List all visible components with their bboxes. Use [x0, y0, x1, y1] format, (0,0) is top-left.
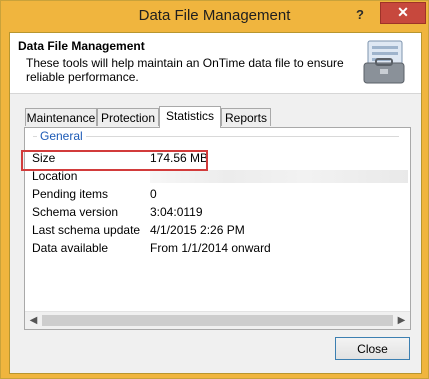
stat-label: Last schema update [32, 223, 141, 237]
header-description: These tools will help maintain an OnTime… [26, 56, 344, 84]
tab-statistics[interactable]: Statistics [159, 106, 221, 128]
header-title: Data File Management [18, 39, 145, 53]
tab-maintenance[interactable]: Maintenance [25, 108, 97, 126]
stat-value: 4/1/2015 2:26 PM [150, 223, 245, 237]
stat-value: From 1/1/2014 onward [150, 241, 271, 255]
stat-label: Location [32, 169, 78, 183]
help-button[interactable]: ? [350, 6, 370, 24]
tab-reports[interactable]: Reports [221, 108, 271, 126]
dialog-header: Data File Management These tools will he… [10, 33, 421, 94]
scroll-left-arrow-icon[interactable]: ◀ [25, 312, 42, 329]
scroll-right-arrow-icon[interactable]: ▶ [393, 312, 410, 329]
horizontal-scrollbar[interactable]: ◀ ▶ [25, 311, 410, 329]
stat-label: Pending items [32, 187, 109, 201]
title-bar[interactable]: Data File Management ? ✕ [1, 1, 428, 31]
stat-label: Size [32, 151, 56, 165]
tab-protection[interactable]: Protection [97, 108, 159, 126]
dialog-window: Data File Management ? ✕ Data File Manag… [0, 0, 429, 379]
dialog-body: Data File Management These tools will he… [9, 32, 422, 374]
location-value-redacted [150, 170, 408, 183]
window-close-button[interactable]: ✕ [380, 2, 426, 24]
stat-row-location: Location [32, 169, 412, 185]
stat-label: Data available [32, 241, 109, 255]
stat-value: 0 [150, 187, 157, 201]
stat-value: 3:04:0119 [150, 205, 203, 219]
stat-label: Schema version [32, 205, 119, 219]
scrollbar-thumb[interactable] [42, 315, 393, 326]
stat-value: 174.56 MB [150, 151, 209, 165]
close-button[interactable]: Close [335, 337, 410, 360]
statistics-panel: General Size 174.56 MB Location Pending … [24, 127, 411, 330]
group-title: General [37, 129, 86, 143]
group-divider [33, 136, 399, 137]
toolbox-icon [363, 40, 405, 84]
